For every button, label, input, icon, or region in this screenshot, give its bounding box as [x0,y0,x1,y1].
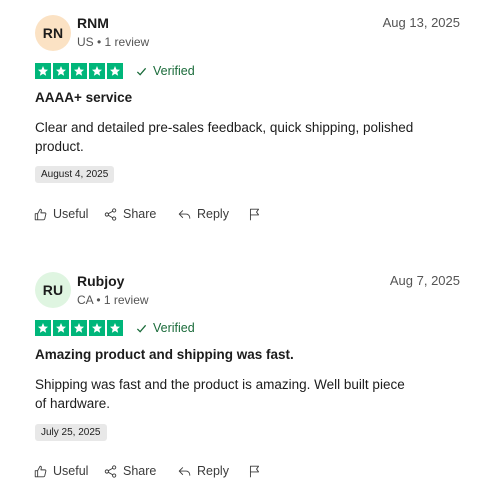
star-icon [89,63,105,79]
reply-icon [178,466,191,476]
flag-icon [249,465,260,477]
reply-button[interactable]: Reply [178,464,248,478]
star-rating [35,63,123,79]
experience-date: August 4, 2025 [35,166,115,183]
share-button[interactable]: Share [104,207,178,221]
avatar[interactable]: RU [35,272,71,308]
check-icon [136,324,147,333]
star-icon [71,320,87,336]
useful-button[interactable]: Useful [34,464,104,478]
star-icon [107,320,123,336]
review-body: Clear and detailed pre-sales feedback, q… [35,120,414,154]
avatar[interactable]: RN [35,15,71,51]
review-card: RU Rubjoy CA • 1 review Aug 7, 2025 Veri… [0,258,502,500]
review-card: RN RNM US • 1 review Aug 13, 2025 Verifi… [0,0,502,258]
review-date: Aug 13, 2025 [382,15,460,30]
experience-date: July 25, 2025 [35,424,107,441]
share-label: Share [123,464,157,478]
review-date: Aug 7, 2025 [389,273,460,288]
review-actions: Useful Share Reply [34,464,261,478]
check-icon [136,67,147,76]
review-body: Shipping was fast and the product is ama… [35,377,405,411]
reviewer-meta: US • 1 review [77,35,150,49]
reply-icon [178,209,191,219]
flag-icon [249,208,260,220]
thumbs-up-icon [34,208,47,220]
star-icon [53,320,69,336]
verified-label: Verified [153,64,195,78]
star-rating [35,320,123,336]
useful-button[interactable]: Useful [34,207,104,221]
share-label: Share [123,207,157,221]
report-button[interactable] [248,208,261,221]
star-icon [35,320,51,336]
star-icon [89,320,105,336]
useful-label: Useful [53,207,89,221]
star-icon [35,63,51,79]
reviewer-name[interactable]: Rubjoy [77,273,124,289]
review-title[interactable]: AAAA+ service [35,90,132,105]
share-button[interactable]: Share [104,464,178,478]
useful-label: Useful [53,464,89,478]
reply-label: Reply [197,207,229,221]
review-actions: Useful Share Reply [34,207,261,221]
reviewer-meta: CA • 1 review [77,293,149,307]
verified-badge[interactable]: Verified [136,64,195,78]
reviewer-name[interactable]: RNM [77,15,109,31]
share-icon [104,464,117,478]
report-button[interactable] [248,465,261,478]
thumbs-up-icon [34,465,47,477]
verified-badge[interactable]: Verified [136,321,195,335]
review-title[interactable]: Amazing product and shipping was fast. [35,347,294,362]
verified-label: Verified [153,321,195,335]
reply-button[interactable]: Reply [178,207,248,221]
reply-label: Reply [197,464,229,478]
star-icon [71,63,87,79]
share-icon [104,207,117,221]
star-icon [53,63,69,79]
star-icon [107,63,123,79]
